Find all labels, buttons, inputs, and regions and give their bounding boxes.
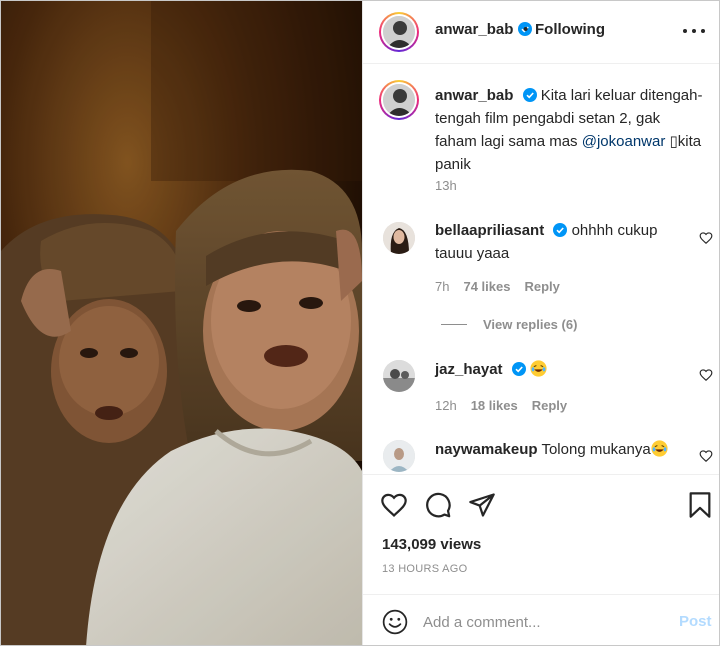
reply-button[interactable]: Reply: [524, 279, 559, 294]
post-date[interactable]: 13 HOURS AGO: [382, 563, 468, 575]
comment-time[interactable]: 7h: [435, 279, 449, 294]
comment-body: jaz_hayat: [435, 358, 675, 381]
caption-username[interactable]: anwar_bab: [435, 87, 513, 104]
views-count[interactable]: 143,099 views: [382, 536, 481, 553]
share-icon[interactable]: [468, 491, 496, 519]
comment-avatar[interactable]: [383, 360, 415, 392]
comment-body: bellaapriliasant ohhhh cukup tauuu yaaa: [435, 219, 675, 265]
author-avatar[interactable]: [379, 12, 419, 52]
post-header: anwar_bab • Following: [363, 1, 719, 64]
verified-badge-icon: [511, 362, 526, 376]
view-replies-button[interactable]: View replies (6): [441, 317, 577, 332]
author-username[interactable]: anwar_bab: [435, 21, 533, 38]
caption-mention-link[interactable]: @jokoanwar: [582, 133, 666, 150]
more-options-icon[interactable]: [683, 27, 707, 35]
add-comment-bar: Post: [363, 594, 719, 645]
comment-likes[interactable]: 74 likes: [463, 279, 510, 294]
reply-button[interactable]: Reply: [532, 398, 567, 413]
comment-username[interactable]: naywamakeup: [435, 441, 538, 458]
comments-list[interactable]: anwar_bab Kita lari keluar ditengah-teng…: [363, 64, 719, 474]
comment-username[interactable]: bellaapriliasant: [435, 222, 544, 239]
verified-badge-icon: [553, 223, 568, 237]
comment-time[interactable]: 12h: [435, 398, 457, 413]
heart-icon[interactable]: [380, 491, 408, 519]
post-actions-bar: 143,099 views 13 HOURS AGO: [363, 474, 719, 594]
caption-author-avatar[interactable]: [379, 80, 419, 120]
video-frame-illustration: [1, 1, 362, 645]
comment-heart-icon[interactable]: [699, 368, 713, 382]
laughing-emoji-icon: [651, 440, 668, 457]
comment-likes[interactable]: 18 likes: [471, 398, 518, 413]
comment-heart-icon[interactable]: [699, 449, 713, 463]
comment-body: naywamakeup Tolong mukanya: [435, 438, 675, 461]
post-comment-button[interactable]: Post: [679, 613, 712, 630]
instagram-post-window: anwar_bab • Following anwar_bab Kita lar…: [0, 0, 720, 646]
comment-meta: 7h 74 likes Reply: [435, 279, 560, 294]
verified-badge-icon: [522, 88, 537, 102]
comment-username[interactable]: jaz_hayat: [435, 361, 503, 378]
following-button[interactable]: Following: [535, 21, 605, 38]
bookmark-icon[interactable]: [686, 491, 714, 519]
caption-timestamp[interactable]: 13h: [435, 178, 457, 193]
comment-icon[interactable]: [424, 491, 452, 519]
emoji-smile-icon[interactable]: [382, 609, 408, 635]
comment-text: Tolong mukanya: [541, 441, 651, 458]
post-video[interactable]: [1, 1, 362, 645]
comment-avatar[interactable]: [383, 440, 415, 472]
post-side-panel: anwar_bab • Following anwar_bab Kita lar…: [362, 1, 719, 645]
comment-heart-icon[interactable]: [699, 231, 713, 245]
laughing-emoji-icon: [530, 360, 547, 377]
comment-input[interactable]: [423, 609, 663, 635]
comment-meta: 12h 18 likes Reply: [435, 398, 567, 413]
replies-divider-line: [441, 324, 467, 325]
comment-avatar[interactable]: [383, 222, 415, 254]
header-separator-dot: •: [523, 21, 529, 38]
post-caption: anwar_bab Kita lari keluar ditengah-teng…: [435, 84, 703, 176]
